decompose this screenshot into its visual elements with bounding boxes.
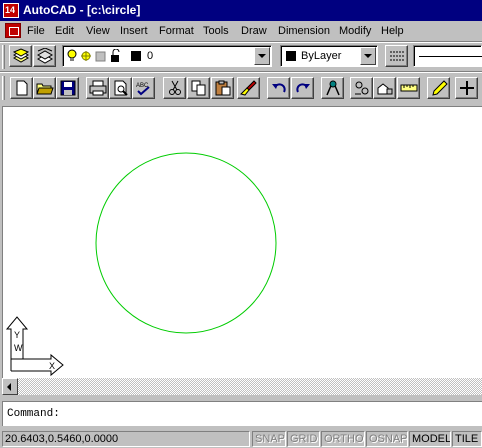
ruler-icon (400, 84, 418, 92)
horizontal-scrollbar[interactable] (2, 378, 482, 395)
menu-bar: File Edit View Insert Format Tools Draw … (0, 21, 482, 41)
pan-button[interactable] (455, 77, 478, 99)
undo-icon (272, 83, 286, 93)
spelling-check-icon: ABC (136, 83, 150, 96)
layer-value: 0 (147, 50, 154, 62)
paintbrush-icon (240, 80, 257, 96)
cut-button[interactable] (163, 77, 186, 99)
open-button[interactable] (33, 77, 56, 99)
undo-button[interactable] (267, 77, 290, 99)
new-button[interactable] (10, 77, 33, 99)
linetype-icon (390, 51, 404, 61)
linetype-dropdown[interactable] (413, 45, 482, 67)
layer-current-icon (36, 48, 54, 64)
clipboard-icon (215, 80, 231, 96)
redo-button[interactable] (291, 77, 314, 99)
layer-manager-button[interactable] (9, 45, 32, 67)
ucs-x-label: X (49, 361, 55, 371)
grid-toggle[interactable]: GRID (287, 431, 320, 447)
layer-dropdown-arrow[interactable] (254, 47, 270, 65)
spelling-button[interactable]: ABC (132, 77, 155, 99)
draw-button[interactable] (427, 77, 450, 99)
menu-tools[interactable]: Tools (203, 24, 229, 38)
object-snap-button[interactable] (321, 77, 344, 99)
drawing-svg: Y W X (5, 152, 277, 377)
drawn-circle[interactable] (95, 152, 277, 334)
match-properties-button[interactable] (237, 77, 260, 99)
menu-view[interactable]: View (86, 24, 110, 38)
layers-icon (12, 48, 30, 63)
layer-color-swatch (131, 51, 141, 61)
pencil-icon (432, 80, 448, 96)
color-swatch (286, 51, 296, 61)
floppy-disk-icon (60, 80, 76, 96)
building-icon (377, 83, 393, 95)
copy-icon (191, 80, 206, 96)
ucs-y-label: Y (14, 330, 20, 340)
window-title: AutoCAD - [c:\circle] (23, 3, 141, 17)
ucs-icon (355, 81, 369, 95)
menu-file[interactable]: File (27, 24, 45, 38)
print-preview-icon (114, 80, 128, 96)
command-line[interactable]: Command: (2, 401, 482, 426)
coordinates-display: 20.6403,0.5460,0.0000 (2, 431, 250, 447)
menu-edit[interactable]: Edit (55, 24, 74, 38)
menu-draw[interactable]: Draw (241, 24, 267, 38)
menu-format[interactable]: Format (159, 24, 194, 38)
layer-dropdown[interactable]: 0 (62, 45, 272, 67)
menu-insert[interactable]: Insert (120, 24, 148, 38)
color-dropdown-arrow[interactable] (360, 47, 376, 65)
pan-cross-icon (460, 81, 474, 95)
menu-modify[interactable]: Modify (339, 24, 371, 38)
command-prompt: Command: (7, 408, 60, 420)
ucs-icon: Y W X (5, 316, 64, 377)
model-toggle[interactable]: MODEL (409, 431, 451, 447)
tile-toggle[interactable]: TILE (452, 431, 482, 447)
layer-state-icons (67, 49, 120, 62)
ortho-toggle[interactable]: ORTHO (321, 431, 365, 447)
toolbar-grip[interactable] (2, 76, 5, 100)
command-window: Command: (0, 398, 482, 429)
print-preview-button[interactable] (109, 77, 132, 99)
document-icon[interactable] (5, 23, 21, 38)
color-value: ByLayer (301, 50, 342, 62)
open-folder-icon (36, 83, 54, 95)
scroll-track[interactable] (18, 378, 482, 395)
ucs-button[interactable] (350, 77, 373, 99)
object-properties-toolbar: 0 ByLayer (0, 43, 482, 71)
osnap-toggle[interactable]: OSNAP (366, 431, 408, 447)
redo-icon (296, 83, 310, 93)
print-button[interactable] (86, 77, 109, 99)
make-object-layer-current-button[interactable] (33, 45, 56, 67)
app-icon-text: 14 (5, 5, 16, 15)
color-dropdown[interactable]: ByLayer (280, 45, 378, 67)
standard-toolbar: ABC (0, 73, 482, 103)
drawing-canvas[interactable]: Y W X (2, 106, 482, 378)
distance-button[interactable] (397, 77, 420, 99)
scissors-icon (169, 80, 181, 95)
linetype-sample (419, 56, 482, 57)
status-bar: 20.6403,0.5460,0.0000 SNAP GRID ORTHO OS… (0, 430, 482, 448)
new-file-icon (16, 80, 28, 96)
ucs-w-label: W (14, 343, 23, 353)
menu-dimension[interactable]: Dimension (278, 24, 330, 38)
snap-compass-icon (326, 80, 340, 96)
save-button[interactable] (56, 77, 79, 99)
linetype-manager-button[interactable] (385, 45, 408, 67)
printer-icon (89, 80, 107, 96)
copy-button[interactable] (187, 77, 210, 99)
menu-help[interactable]: Help (381, 24, 404, 38)
scroll-left-button[interactable] (2, 378, 18, 395)
toolbar-grip[interactable] (2, 45, 5, 69)
title-bar: 14 AutoCAD - [c:\circle] (0, 0, 482, 21)
autocad-app-icon[interactable]: 14 (3, 3, 19, 18)
snap-toggle[interactable]: SNAP (252, 431, 286, 447)
paste-button[interactable] (211, 77, 234, 99)
inquiry-button[interactable] (373, 77, 396, 99)
